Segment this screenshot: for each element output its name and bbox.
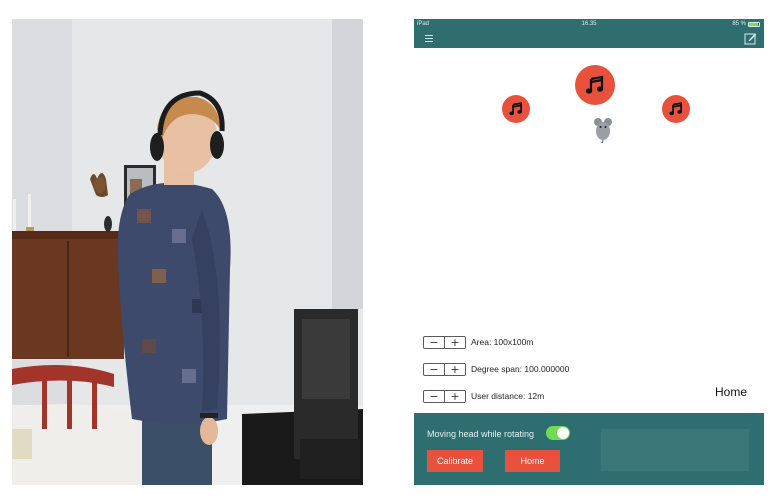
battery-icon: [748, 21, 760, 27]
distance-increase-button[interactable]: +: [445, 390, 465, 402]
preview-area: [601, 429, 749, 471]
status-bar: iPad 16.35 85 %: [414, 19, 764, 29]
degree-span-label: Degree span: 100.000000: [471, 364, 570, 374]
user-distance-label: User distance: 12m: [471, 391, 545, 401]
music-note-icon: [509, 102, 522, 116]
battery-status: 85 %: [732, 19, 760, 29]
sound-source-left[interactable]: [502, 95, 530, 123]
area-increase-button[interactable]: +: [445, 336, 465, 348]
current-location-label: Home: [715, 385, 748, 399]
compose-icon[interactable]: [744, 32, 757, 45]
distance-decrease-button[interactable]: −: [424, 390, 445, 402]
degree-increase-button[interactable]: +: [445, 363, 465, 375]
degree-span-stepper: − +: [423, 362, 466, 376]
toggle-knob: [557, 427, 569, 439]
user-distance-control: − + User distance: 12m: [423, 389, 544, 403]
sound-source-top[interactable]: [575, 65, 615, 105]
area-stepper: − +: [423, 335, 466, 349]
bottom-control-panel: Moving head while rotating Calibrate Hom…: [414, 413, 764, 485]
degree-span-control: − + Degree span: 100.000000: [423, 362, 569, 376]
home-button[interactable]: Home: [505, 450, 560, 472]
hamburger-menu-icon[interactable]: [425, 32, 437, 44]
degree-decrease-button[interactable]: −: [424, 363, 445, 375]
ipad-app-screen: iPad 16.35 85 % − + Area: 100x100m − + D…: [414, 19, 764, 485]
clock-label: 16.35: [581, 21, 597, 27]
area-control: − + Area: 100x100m: [423, 335, 533, 349]
area-decrease-button[interactable]: −: [424, 336, 445, 348]
area-label: Area: 100x100m: [471, 337, 534, 347]
moving-head-toggle-label: Moving head while rotating: [427, 429, 535, 439]
music-note-icon: [669, 102, 682, 116]
mouse-listener-icon[interactable]: [592, 115, 614, 143]
user-distance-stepper: − +: [423, 389, 466, 403]
moving-head-toggle[interactable]: [546, 426, 570, 440]
sound-source-right[interactable]: [662, 95, 690, 123]
calibrate-button[interactable]: Calibrate: [427, 450, 483, 472]
music-note-icon: [585, 75, 604, 94]
navigation-bar: [414, 29, 764, 48]
photo-person-with-headphones: [12, 19, 363, 485]
battery-percent: 85 %: [732, 21, 746, 27]
